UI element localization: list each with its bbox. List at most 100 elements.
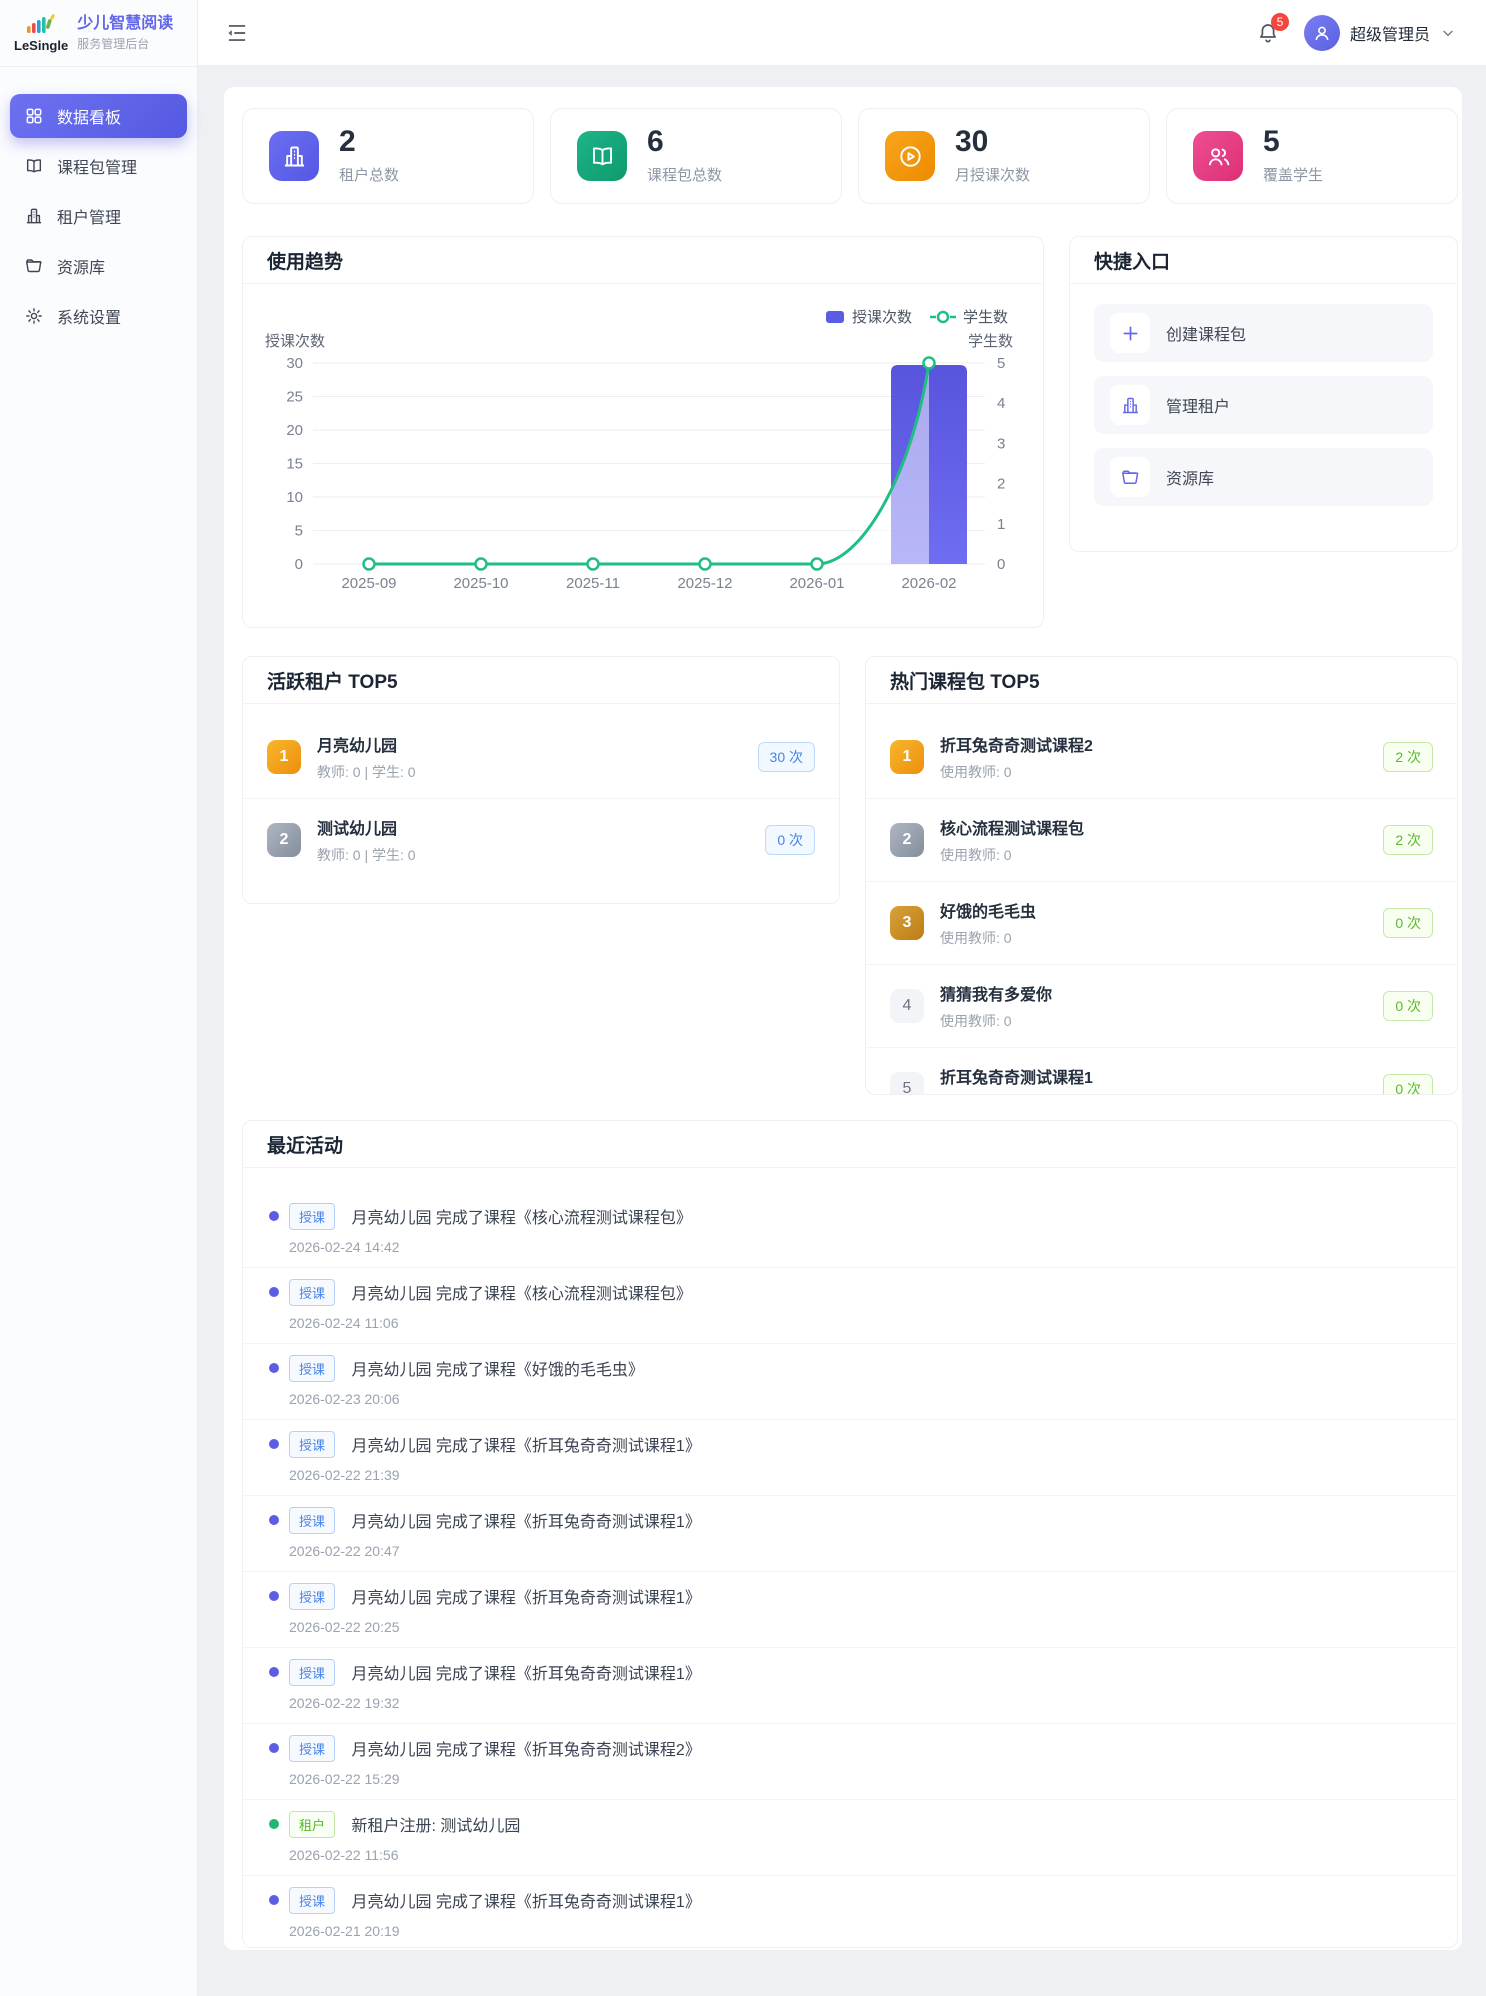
svg-text:2026-01: 2026-01 xyxy=(789,575,844,592)
usage-count-badge: 0 次 xyxy=(765,825,815,855)
building-icon xyxy=(1110,385,1150,425)
svg-text:授课次数: 授课次数 xyxy=(852,309,912,326)
plus-icon xyxy=(1110,313,1150,353)
rank-badge: 2 xyxy=(890,823,924,857)
sidebar-item-dashboard[interactable]: 数据看板 xyxy=(10,94,187,138)
activity-text: 新租户注册: 测试幼儿园 xyxy=(351,1818,520,1835)
stat-value: 5 xyxy=(1263,127,1323,157)
activity-time: 2026-02-24 14:42 xyxy=(289,1239,1433,1255)
package-meta: 使用教师: 0 xyxy=(940,1011,1052,1031)
svg-text:2025-09: 2025-09 xyxy=(341,575,396,592)
svg-text:1: 1 xyxy=(997,516,1005,533)
activity-text: 月亮幼儿园 完成了课程《折耳兔奇奇测试课程1》 xyxy=(351,1894,700,1911)
dashboard-content: 2 租户总数 6 课程包总数 30 月授课次数 xyxy=(224,87,1462,1950)
activity-dot xyxy=(269,1667,279,1677)
activity-text: 月亮幼儿园 完成了课程《折耳兔奇奇测试课程1》 xyxy=(351,1590,700,1607)
activity-text: 月亮幼儿园 完成了课程《核心流程测试课程包》 xyxy=(351,1210,691,1227)
package-meta: 使用教师: 0 xyxy=(940,845,1084,865)
package-name: 折耳兔奇奇测试课程2 xyxy=(940,732,1093,756)
tenant-row: 2 测试幼儿园 教师: 0 | 学生: 0 0 次 xyxy=(243,799,839,881)
activity-dot xyxy=(269,1515,279,1525)
activity-time: 2026-02-23 20:06 xyxy=(289,1391,1433,1407)
usage-count-badge: 0 次 xyxy=(1383,1074,1433,1095)
activity-time: 2026-02-24 11:06 xyxy=(289,1315,1433,1331)
sidebar-item-label: 系统设置 xyxy=(57,304,121,328)
package-meta: 使用教师: 0 xyxy=(940,1094,1093,1095)
activity-row: 授课 月亮幼儿园 完成了课程《折耳兔奇奇测试课程1》 2026-02-21 20… xyxy=(243,1876,1457,1948)
activity-tag: 租户 xyxy=(289,1811,335,1838)
stat-card-tenants: 2 租户总数 xyxy=(242,108,534,204)
svg-text:15: 15 xyxy=(286,456,303,473)
activity-row: 授课 月亮幼儿园 完成了课程《核心流程测试课程包》 2026-02-24 14:… xyxy=(243,1192,1457,1268)
package-name: 好饿的毛毛虫 xyxy=(940,898,1036,922)
sidebar-item-course-packages[interactable]: 课程包管理 xyxy=(10,144,187,188)
quick-action-label: 创建课程包 xyxy=(1166,321,1246,345)
activity-time: 2026-02-22 21:39 xyxy=(289,1467,1433,1483)
sidebar-item-label: 资源库 xyxy=(57,254,105,278)
sidebar-item-label: 租户管理 xyxy=(57,204,121,228)
activity-text: 月亮幼儿园 完成了课程《折耳兔奇奇测试课程1》 xyxy=(351,1666,700,1683)
folder-icon xyxy=(24,256,44,276)
activity-text: 月亮幼儿园 完成了课程《折耳兔奇奇测试课程1》 xyxy=(351,1438,700,1455)
quick-entry-card: 快捷入口 创建课程包 管理租户 xyxy=(1069,236,1458,552)
notification-badge: 5 xyxy=(1271,13,1289,31)
activity-time: 2026-02-22 15:29 xyxy=(289,1771,1433,1787)
svg-text:5: 5 xyxy=(295,523,303,540)
quick-action-manage-tenants[interactable]: 管理租户 xyxy=(1094,376,1433,434)
svg-text:5: 5 xyxy=(997,355,1005,372)
tenant-meta: 教师: 0 | 学生: 0 xyxy=(317,762,416,782)
activity-dot xyxy=(269,1363,279,1373)
stat-value: 30 xyxy=(955,127,1030,157)
activity-row: 授课 月亮幼儿园 完成了课程《折耳兔奇奇测试课程1》 2026-02-22 21… xyxy=(243,1420,1457,1496)
sidebar-item-settings[interactable]: 系统设置 xyxy=(10,294,187,338)
stat-value: 2 xyxy=(339,127,399,157)
usage-count-badge: 30 次 xyxy=(758,742,815,772)
svg-text:0: 0 xyxy=(997,556,1005,573)
stat-card-students: 5 覆盖学生 xyxy=(1166,108,1458,204)
quick-action-create-package[interactable]: 创建课程包 xyxy=(1094,304,1433,362)
folder-icon xyxy=(1110,457,1150,497)
sidebar-collapse-button[interactable] xyxy=(224,20,250,46)
play-icon xyxy=(885,131,935,181)
package-row: 2 核心流程测试课程包 使用教师: 0 2 次 xyxy=(866,799,1457,882)
activity-time: 2026-02-22 11:56 xyxy=(289,1847,1433,1863)
stat-label: 月授课次数 xyxy=(955,164,1030,185)
activity-dot xyxy=(269,1743,279,1753)
rank-badge: 3 xyxy=(890,906,924,940)
svg-text:20: 20 xyxy=(286,422,303,439)
activity-tag: 授课 xyxy=(289,1355,335,1382)
top-header: 5 超级管理员 xyxy=(198,0,1486,66)
activity-dot xyxy=(269,1591,279,1601)
stat-label: 课程包总数 xyxy=(647,164,722,185)
svg-text:0: 0 xyxy=(295,556,303,573)
sidebar-item-label: 课程包管理 xyxy=(57,154,137,178)
activity-dot xyxy=(269,1819,279,1829)
sidebar: LeSingle 少儿智慧阅读 服务管理后台 数据看板 课程包管理 xyxy=(0,0,198,1996)
activity-tag: 授课 xyxy=(289,1583,335,1610)
svg-text:2025-10: 2025-10 xyxy=(453,575,508,592)
tenant-name: 月亮幼儿园 xyxy=(317,732,416,756)
quick-action-resources[interactable]: 资源库 xyxy=(1094,448,1433,506)
sidebar-item-tenants[interactable]: 租户管理 xyxy=(10,194,187,238)
card-title: 最近活动 xyxy=(243,1121,1457,1168)
package-meta: 使用教师: 0 xyxy=(940,762,1093,782)
dashboard-icon xyxy=(24,106,44,126)
user-icon xyxy=(1311,22,1333,44)
card-title: 快捷入口 xyxy=(1070,237,1457,284)
users-icon xyxy=(1193,131,1243,181)
notifications-button[interactable]: 5 xyxy=(1256,21,1280,45)
activity-time: 2026-02-21 20:19 xyxy=(289,1923,1433,1939)
user-menu[interactable]: 超级管理员 xyxy=(1304,15,1456,51)
activity-dot xyxy=(269,1211,279,1221)
card-title: 活跃租户 TOP5 xyxy=(243,657,839,704)
book-icon xyxy=(24,156,44,176)
sidebar-item-resources[interactable]: 资源库 xyxy=(10,244,187,288)
activity-dot xyxy=(269,1287,279,1297)
svg-text:3: 3 xyxy=(997,435,1005,452)
svg-text:授课次数: 授课次数 xyxy=(265,333,325,350)
package-name: 核心流程测试课程包 xyxy=(940,815,1084,839)
svg-text:2025-12: 2025-12 xyxy=(677,575,732,592)
chevron-down-icon xyxy=(1440,25,1456,41)
sidebar-item-label: 数据看板 xyxy=(57,104,121,128)
svg-text:2026-02: 2026-02 xyxy=(901,575,956,592)
